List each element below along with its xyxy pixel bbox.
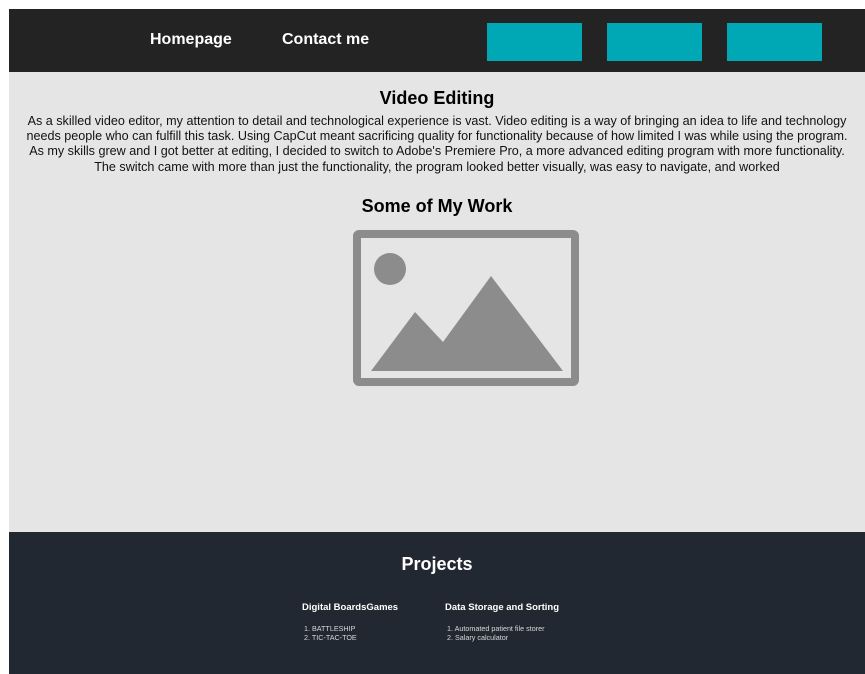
nav-button-1[interactable] <box>487 23 582 61</box>
projects-title: Projects <box>401 554 473 574</box>
video-editing-paragraph: As a skilled video editor, my attention … <box>26 114 848 174</box>
page: Homepage Contact me Video Editing As a s… <box>0 0 865 674</box>
footer: Projects Digital BoardsGames 1. BATTLESH… <box>9 532 865 674</box>
main-content: Video Editing As a skilled video editor,… <box>9 72 865 532</box>
project-column-data-storage: Data Storage and Sorting 1. Automated pa… <box>445 602 559 642</box>
project-item-tic-tac-toe[interactable]: 2. TIC-TAC-TOE <box>302 633 398 643</box>
project-column-digital-boardgames: Digital BoardsGames 1. BATTLESHIP 2. TIC… <box>302 602 398 642</box>
nav-button-3[interactable] <box>727 23 822 61</box>
nav-link-homepage[interactable]: Homepage <box>150 31 232 49</box>
top-strip <box>0 0 865 9</box>
navbar: Homepage Contact me <box>9 9 865 72</box>
nav-link-contact-me[interactable]: Contact me <box>282 31 369 49</box>
video-editing-title: Video Editing <box>379 88 495 108</box>
project-list: 1. Automated patient file storer 2. Sala… <box>445 624 559 643</box>
project-heading: Digital BoardsGames <box>302 602 399 613</box>
some-of-my-work-title: Some of My Work <box>361 196 513 216</box>
image-placeholder-icon <box>353 230 579 386</box>
nav-button-2[interactable] <box>607 23 702 61</box>
project-item-salary-calculator[interactable]: 2. Salary calculator <box>445 633 559 643</box>
project-heading: Data Storage and Sorting <box>445 602 560 613</box>
project-list: 1. BATTLESHIP 2. TIC-TAC-TOE <box>302 624 398 643</box>
